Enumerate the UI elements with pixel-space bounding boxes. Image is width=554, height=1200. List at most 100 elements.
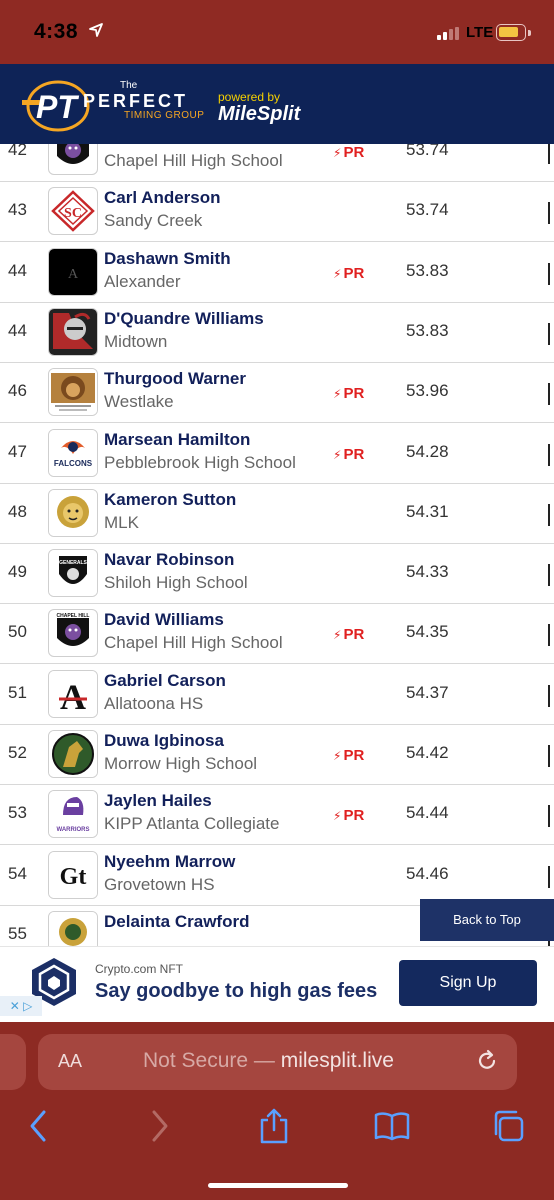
- lightning-bolt-icon: ⚡: [333, 387, 342, 402]
- athlete-name-link[interactable]: Jaylen Hailes: [104, 791, 212, 811]
- team-logo-icon[interactable]: Gt: [48, 850, 98, 899]
- ad-sign-up-button[interactable]: Sign Up: [399, 960, 537, 1006]
- school-name-link[interactable]: Allatoona HS: [104, 694, 203, 714]
- ad-brand-text: Crypto.com NFT: [95, 962, 184, 976]
- logo-timing-text: TIMING GROUP: [124, 110, 205, 121]
- milesplit-logo[interactable]: MileSplit: [218, 103, 300, 126]
- pr-label: PR: [343, 626, 365, 644]
- school-name-link[interactable]: Chapel Hill High School: [104, 633, 283, 653]
- school-name-link[interactable]: Sandy Creek: [104, 211, 202, 231]
- school-name-link[interactable]: Pebblebrook High School: [104, 453, 296, 473]
- school-name-link[interactable]: Chapel Hill High School: [104, 151, 283, 171]
- svg-text:A: A: [68, 267, 79, 282]
- lightning-bolt-icon: ⚡: [333, 628, 342, 643]
- athlete-name-link[interactable]: Nyeehm Marrow: [104, 852, 235, 872]
- pr-label: PR: [343, 747, 365, 764]
- battery-nub: [528, 30, 531, 36]
- result-mark: 54.44: [406, 803, 449, 823]
- home-indicator[interactable]: [208, 1183, 348, 1188]
- svg-text:A: A: [60, 677, 86, 717]
- tabs-icon[interactable]: [492, 1108, 526, 1144]
- team-logo-icon[interactable]: A: [48, 669, 98, 718]
- team-logo-icon[interactable]: CHAPEL HILL: [48, 144, 98, 175]
- powered-by-text: powered by: [218, 90, 281, 104]
- athlete-name-link[interactable]: Navar Robinson: [104, 550, 234, 570]
- row-edge-marker: [548, 624, 550, 647]
- result-row[interactable]: 49 GENERALS Navar Robinson Shiloh High Scho…: [0, 544, 554, 605]
- result-row[interactable]: 47 FALCONS Marsean Hamilton Pebblebrook Hig…: [0, 424, 554, 484]
- pr-badge: ⚡ PR: [333, 265, 364, 282]
- result-row[interactable]: 42 CHAPEL HILL Dorian Jones Chapel Hill Hig…: [0, 144, 554, 182]
- team-logo-icon[interactable]: SC: [48, 187, 98, 236]
- team-logo-icon[interactable]: [48, 307, 98, 356]
- row-edge-marker: [548, 564, 550, 587]
- result-row[interactable]: 48 Kameron Sutton MLK 54.31: [0, 484, 554, 544]
- school-name-link[interactable]: MLK: [104, 513, 139, 533]
- school-name-link[interactable]: Shiloh High School: [104, 573, 248, 593]
- team-logo-icon[interactable]: A: [48, 247, 98, 296]
- athlete-name-link[interactable]: Gabriel Carson: [104, 671, 226, 691]
- lightning-bolt-icon: ⚡: [333, 809, 342, 824]
- result-mark: 53.74: [406, 144, 449, 159]
- result-row[interactable]: 52 Duwa Igbinosa Morrow High School ⚡ PR 54.4…: [0, 725, 554, 785]
- team-logo-icon[interactable]: [48, 730, 98, 778]
- reload-icon[interactable]: [474, 1048, 500, 1074]
- athlete-name-link[interactable]: Kameron Sutton: [104, 490, 236, 510]
- athlete-name-link[interactable]: Marsean Hamilton: [104, 430, 250, 450]
- svg-text:FALCONS: FALCONS: [54, 459, 93, 468]
- ad-headline[interactable]: Say goodbye to high gas fees: [95, 980, 377, 1003]
- row-edge-marker: [548, 144, 550, 164]
- athlete-name-link[interactable]: Carl Anderson: [104, 188, 221, 208]
- team-logo-icon[interactable]: CHAPEL HILL: [48, 609, 98, 658]
- school-name-link[interactable]: Midtown: [104, 332, 167, 352]
- result-mark: 53.83: [406, 320, 449, 340]
- school-name-link[interactable]: Grovetown HS: [104, 875, 215, 895]
- athlete-name-link[interactable]: Dashawn Smith: [104, 249, 231, 269]
- place-number: 49: [8, 562, 27, 582]
- result-row[interactable]: 46 Thurgood Warner Westlake ⚡ PR 53.96: [0, 363, 554, 424]
- athlete-name-link[interactable]: Duwa Igbinosa: [104, 731, 224, 751]
- school-name-link[interactable]: Alexander: [104, 272, 181, 292]
- result-row[interactable]: 54 Gt Nyeehm Marrow Grovetown HS 54.46: [0, 846, 554, 906]
- result-row[interactable]: 43 SC Carl Anderson Sandy Creek 53.74: [0, 182, 554, 243]
- back-to-top-button[interactable]: Back to Top: [420, 899, 554, 941]
- result-mark: 54.28: [406, 441, 449, 461]
- team-logo-icon[interactable]: [48, 488, 98, 537]
- team-logo-icon[interactable]: [48, 368, 98, 417]
- team-logo-icon[interactable]: FALCONS: [48, 428, 98, 477]
- ad-choices-close-icon[interactable]: ✕ ▷: [0, 996, 42, 1016]
- share-icon[interactable]: [258, 1108, 290, 1144]
- location-arrow-icon: [89, 23, 103, 37]
- back-arrow-icon[interactable]: [28, 1108, 50, 1144]
- status-time: 4:38: [34, 20, 79, 43]
- bookmarks-icon[interactable]: [374, 1108, 410, 1144]
- result-row[interactable]: 44 A Dashawn Smith Alexander ⚡ PR 53.83: [0, 243, 554, 303]
- athlete-name-link[interactable]: Thurgood Warner: [104, 369, 246, 389]
- perfect-timing-logo-icon[interactable]: PT: [22, 78, 92, 134]
- result-row[interactable]: 44 D'Quandre Williams Midtown 53.83: [0, 303, 554, 363]
- school-name-link[interactable]: Westlake: [104, 392, 174, 412]
- result-row[interactable]: 50 CHAPEL HILL David Williams Chapel Hill H…: [0, 604, 554, 665]
- result-row[interactable]: 51 A Gabriel Carson Allatoona HS 54.37: [0, 665, 554, 725]
- pr-badge: ⚡ PR: [333, 385, 364, 402]
- svg-text:GENERALS: GENERALS: [59, 560, 87, 566]
- athlete-name-link[interactable]: Dorian Jones: [104, 144, 212, 148]
- network-label: LTE: [466, 24, 494, 41]
- athlete-name-link[interactable]: David Williams: [104, 610, 224, 630]
- school-name-link[interactable]: Morrow High School: [104, 754, 257, 774]
- row-edge-marker: [548, 503, 550, 526]
- team-logo-icon[interactable]: GENERALS: [48, 549, 98, 598]
- team-logo-icon[interactable]: [48, 910, 98, 946]
- school-name-link[interactable]: KIPP Atlanta Collegiate: [104, 814, 279, 834]
- team-logo-icon[interactable]: WARRIORS: [48, 790, 98, 839]
- forward-arrow-icon[interactable]: [148, 1108, 170, 1144]
- result-mark: 54.42: [406, 743, 449, 762]
- previous-tab-peek[interactable]: [0, 1034, 26, 1090]
- url-text[interactable]: Not Secure — milesplit.live: [143, 1049, 394, 1073]
- pr-label: PR: [343, 807, 365, 825]
- athlete-name-link[interactable]: Delainta Crawford: [104, 912, 249, 932]
- athlete-name-link[interactable]: D'Quandre Williams: [104, 309, 264, 329]
- result-row[interactable]: 53 WARRIORS Jaylen Hailes KIPP Atlanta Coll…: [0, 785, 554, 846]
- pr-badge: ⚡ PR: [333, 446, 364, 463]
- reader-settings-button[interactable]: AA: [58, 1051, 82, 1072]
